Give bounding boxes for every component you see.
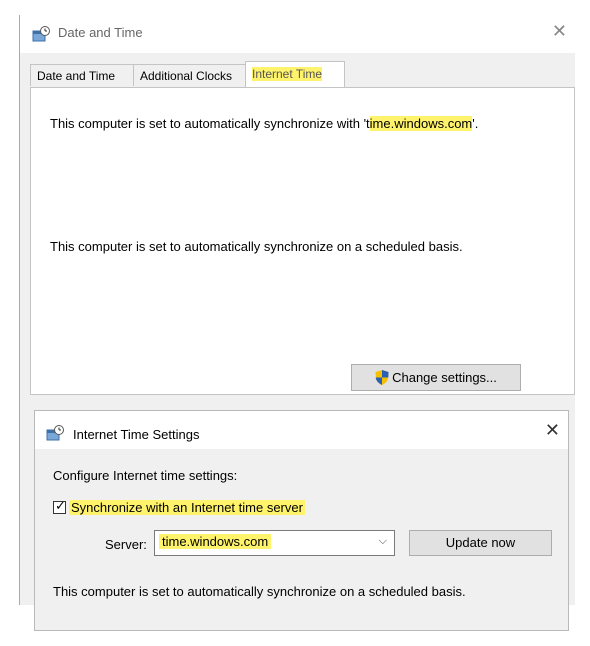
server-label: Server:: [105, 537, 147, 552]
sync-text-prefix: This computer is set to automatically sy…: [50, 116, 370, 131]
update-now-label: Update now: [445, 535, 516, 550]
tab-label: Date and Time: [37, 69, 116, 83]
close-icon[interactable]: ✕: [552, 21, 567, 42]
close-icon[interactable]: ✕: [545, 420, 560, 441]
change-settings-label: Change settings...: [392, 370, 497, 385]
server-dropdown[interactable]: time.windows.com ⌵: [154, 530, 395, 556]
dialog-title: Internet Time Settings: [73, 427, 200, 442]
configure-label: Configure Internet time settings:: [53, 468, 238, 483]
internet-time-settings-dialog: Internet Time Settings ✕ Configure Inter…: [34, 410, 569, 631]
window-title: Date and Time: [58, 25, 143, 40]
sync-server-text: This computer is set to automatically sy…: [50, 116, 478, 131]
date-time-app-icon: [32, 26, 50, 42]
tab-additional-clocks[interactable]: Additional Clocks: [133, 64, 246, 86]
chevron-down-icon[interactable]: ⌵: [379, 535, 387, 548]
sync-text-server: ime.windows.com: [369, 116, 473, 131]
title-bar: Date and Time ✕: [20, 15, 575, 53]
sync-checkbox[interactable]: ✓: [53, 498, 66, 514]
dialog-status-text: This computer is set to automatically sy…: [53, 584, 466, 599]
dialog-title-bar: Internet Time Settings ✕: [35, 411, 568, 449]
internet-time-panel: This computer is set to automatically sy…: [30, 87, 575, 395]
tab-label: Internet Time: [252, 67, 323, 81]
tab-internet-time[interactable]: Internet Time: [245, 61, 345, 87]
tab-date-and-time[interactable]: Date and Time: [30, 64, 134, 86]
uac-shield-icon: [375, 370, 389, 385]
checkmark-icon: ✓: [55, 498, 66, 513]
sync-text-suffix: '.: [472, 116, 479, 131]
date-time-app-icon: [46, 425, 64, 441]
schedule-text: This computer is set to automatically sy…: [50, 239, 463, 254]
change-settings-button[interactable]: Change settings...: [351, 364, 521, 391]
server-value: time.windows.com: [159, 534, 272, 549]
update-now-button[interactable]: Update now: [409, 530, 552, 556]
tab-label: Additional Clocks: [140, 69, 233, 83]
sync-checkbox-label[interactable]: Synchronize with an Internet time server: [69, 500, 305, 515]
